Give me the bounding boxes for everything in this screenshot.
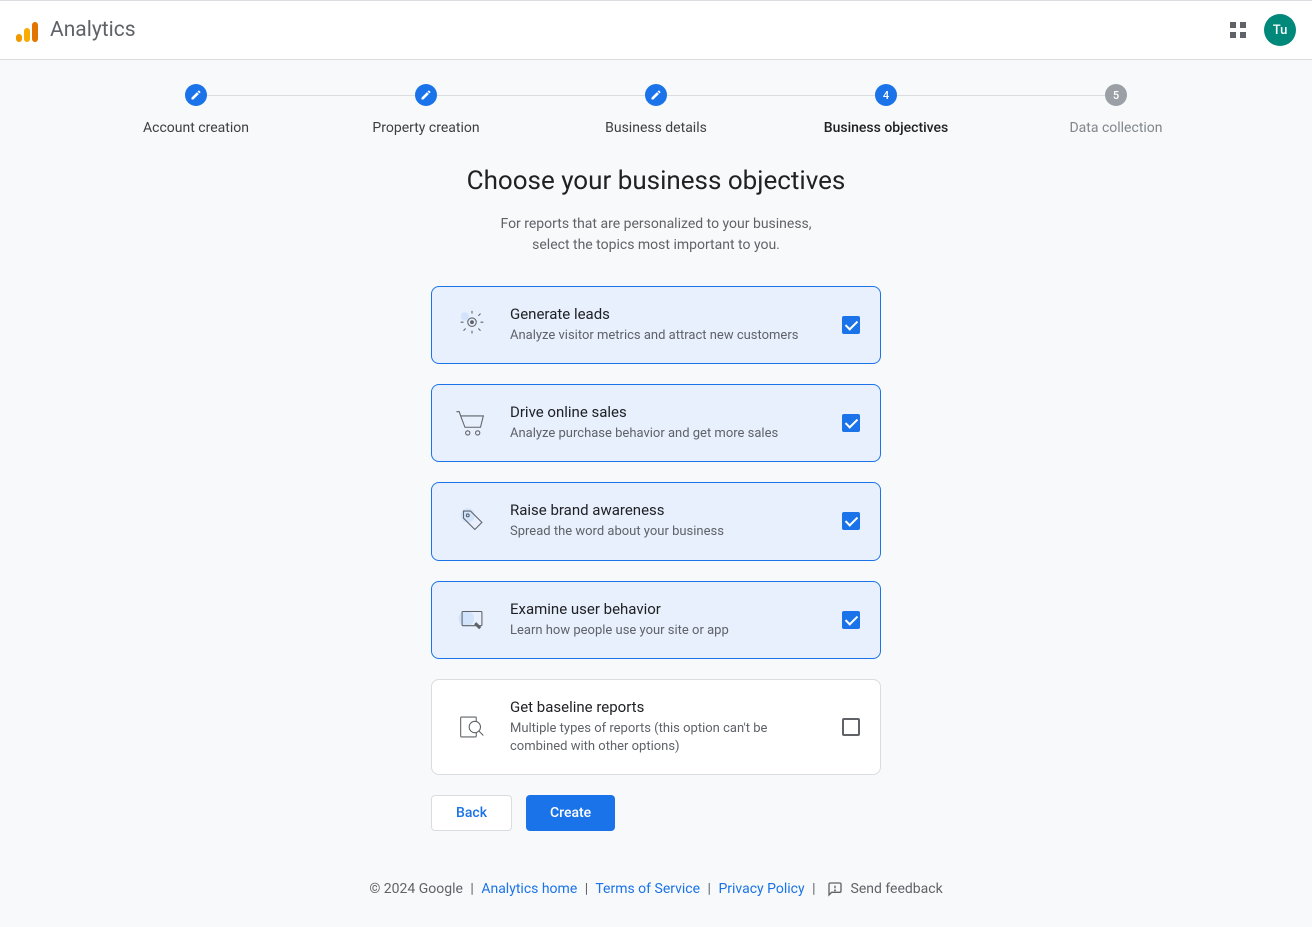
analytics-logo-icon[interactable] [16,18,38,42]
objective-checkbox[interactable] [842,414,860,432]
step-indicator-icon [415,84,437,106]
objective-card[interactable]: Generate leads Analyze visitor metrics an… [431,286,881,364]
objective-checkbox[interactable] [842,512,860,530]
apps-grid-icon[interactable] [1230,22,1246,38]
cart-icon [452,403,492,443]
create-button[interactable]: Create [526,795,615,831]
objective-description: Learn how people use your site or app [510,622,824,640]
app-title: Analytics [50,18,136,42]
objective-description: Spread the word about your business [510,523,824,541]
send-feedback-link[interactable]: Send feedback [851,881,943,897]
app-header: Analytics Tu [0,0,1312,60]
objective-checkbox[interactable] [842,611,860,629]
objective-description: Multiple types of reports (this option c… [510,720,824,756]
analytics-home-link[interactable]: Analytics home [481,881,577,897]
step-label: Business details [605,120,707,136]
objective-card[interactable]: Get baseline reports Multiple types of re… [431,679,881,775]
objective-description: Analyze purchase behavior and get more s… [510,425,824,443]
screen-icon [452,600,492,640]
tag-icon [452,501,492,541]
copyright-text: © 2024 Google [369,881,463,897]
back-button[interactable]: Back [431,795,512,831]
objective-checkbox[interactable] [842,316,860,334]
step-2[interactable]: Property creation [311,84,541,136]
step-label: Account creation [143,120,249,136]
objectives-list: Generate leads Analyze visitor metrics an… [431,286,881,775]
footer: © 2024 Google | Analytics home | Terms o… [0,871,1312,907]
leads-icon [452,305,492,345]
step-indicator-icon [645,84,667,106]
step-label: Business objectives [824,120,949,136]
objective-title: Generate leads [510,305,824,323]
objective-title: Drive online sales [510,403,824,421]
step-4: 4 Business objectives [771,84,1001,136]
step-indicator-icon: 4 [875,84,897,106]
objective-checkbox[interactable] [842,718,860,736]
objective-card[interactable]: Drive online sales Analyze purchase behav… [431,384,881,462]
objective-title: Examine user behavior [510,600,824,618]
step-label: Data collection [1069,120,1162,136]
terms-link[interactable]: Terms of Service [595,881,700,897]
step-3[interactable]: Business details [541,84,771,136]
objective-title: Raise brand awareness [510,501,824,519]
magnify-icon [452,707,492,747]
page-subtitle: For reports that are personalized to you… [0,214,1312,256]
feedback-icon[interactable] [827,881,843,897]
objective-description: Analyze visitor metrics and attract new … [510,327,824,345]
page-title: Choose your business objectives [0,166,1312,196]
step-indicator-icon [185,84,207,106]
objective-card[interactable]: Raise brand awareness Spread the word abo… [431,482,881,560]
objective-title: Get baseline reports [510,698,824,716]
user-avatar[interactable]: Tu [1264,14,1296,46]
stepper-nav: Account creation Property creation Busines… [0,60,1312,166]
step-5: 5 Data collection [1001,84,1231,136]
step-indicator-icon: 5 [1105,84,1127,106]
privacy-link[interactable]: Privacy Policy [718,881,804,897]
step-label: Property creation [372,120,479,136]
step-1[interactable]: Account creation [81,84,311,136]
objective-card[interactable]: Examine user behavior Learn how people us… [431,581,881,659]
